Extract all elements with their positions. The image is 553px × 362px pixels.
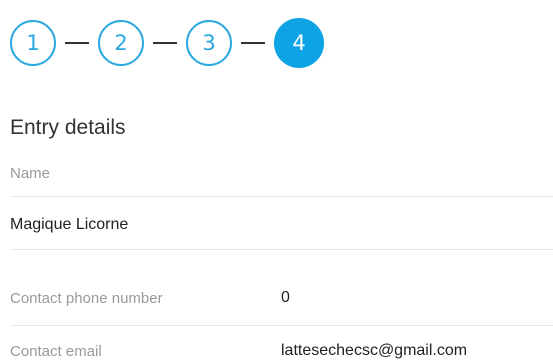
email-value: lattesechecsc@gmail.com [281, 342, 468, 359]
step-1[interactable]: 1 [10, 20, 56, 66]
name-value: Magique Licorne [10, 216, 129, 233]
step-4-current[interactable]: 4 [274, 18, 324, 68]
section-title: Entry details [10, 116, 126, 139]
step-connector [153, 42, 177, 44]
progress-stepper: 1 2 3 4 [10, 18, 324, 68]
step-connector [241, 42, 265, 44]
step-connector [65, 42, 89, 44]
step-2[interactable]: 2 [98, 20, 144, 66]
divider [10, 249, 553, 250]
phone-label: Contact phone number [10, 290, 163, 307]
name-label: Name [10, 165, 51, 182]
phone-value: 0 [281, 289, 290, 306]
divider [10, 196, 553, 197]
divider [10, 325, 553, 326]
email-label: Contact email [10, 343, 102, 360]
step-3[interactable]: 3 [186, 20, 232, 66]
